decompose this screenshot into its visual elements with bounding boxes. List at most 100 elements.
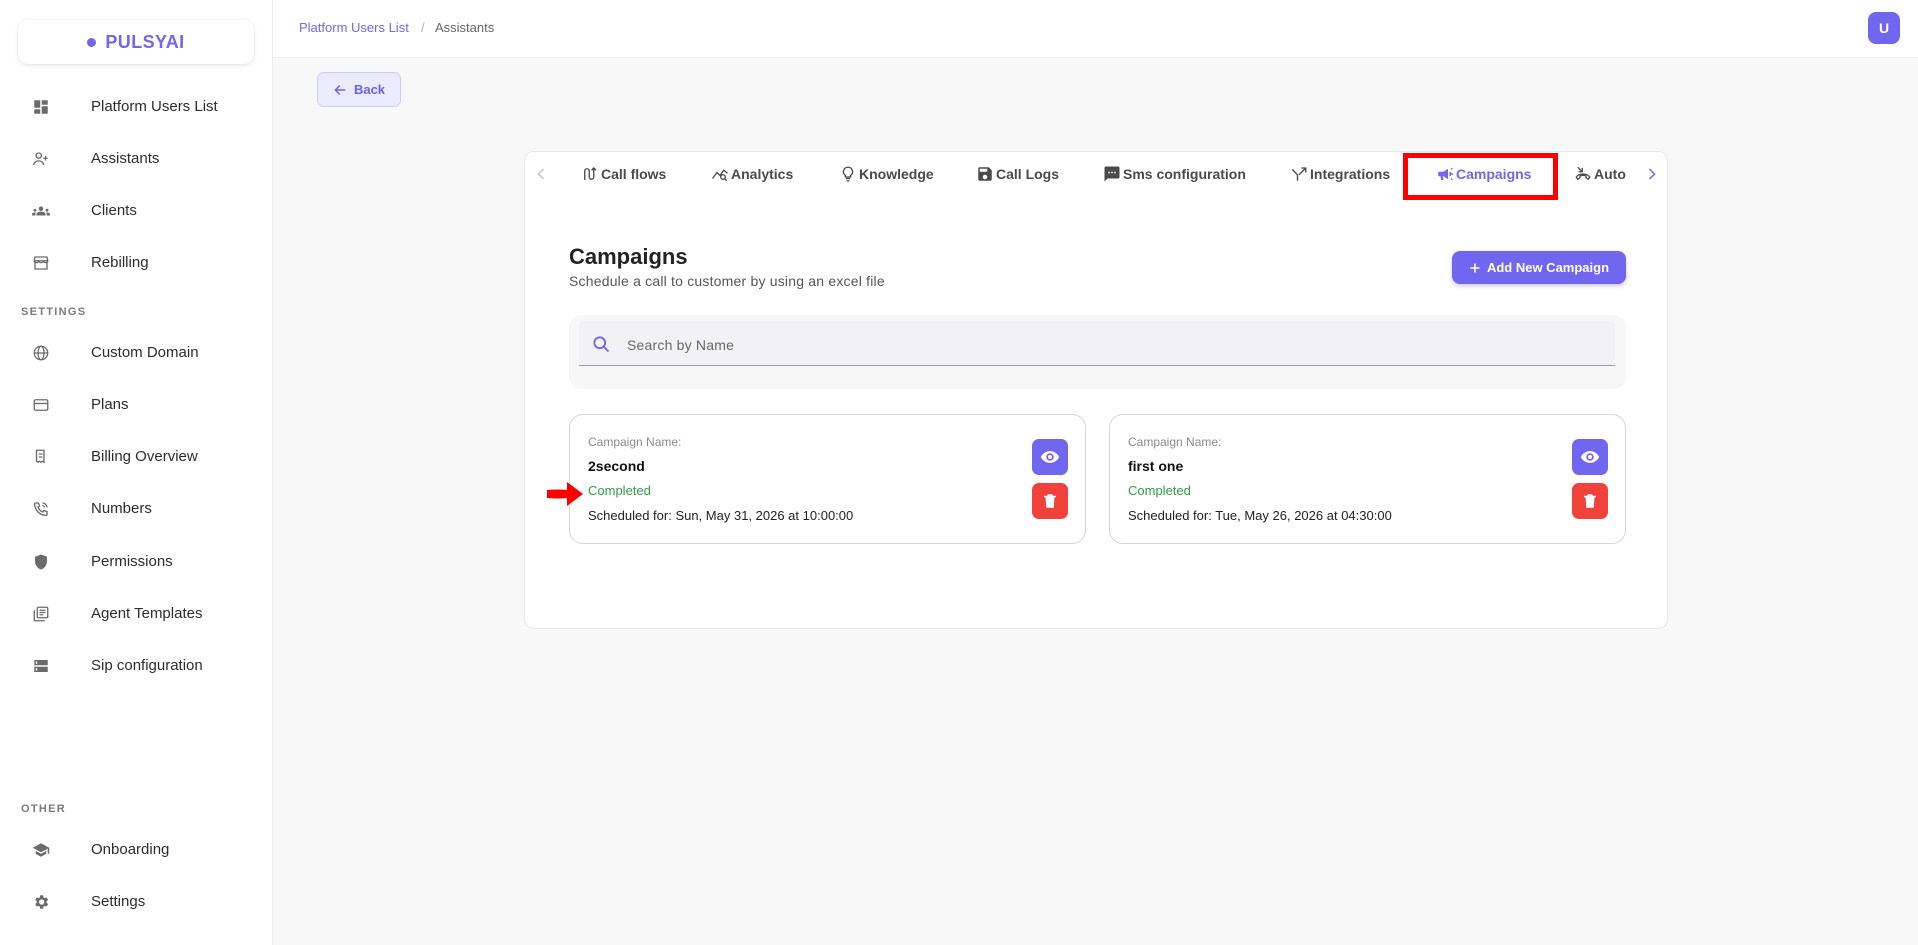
eye-icon <box>1040 447 1060 467</box>
campaign-card: Campaign Name: 2second Completed Schedul… <box>569 414 1086 544</box>
sidebar-item-assistants[interactable]: Assistants <box>0 138 272 178</box>
sidebar-item-permissions[interactable]: Permissions <box>0 541 272 581</box>
eye-icon <box>1580 447 1600 467</box>
sidebar-item-clients[interactable]: Clients <box>0 190 272 230</box>
add-new-campaign-button[interactable]: Add New Campaign <box>1452 251 1626 284</box>
campaign-name-label: Campaign Name: <box>1128 435 1222 449</box>
breadcrumb-link[interactable]: Platform Users List <box>299 20 409 35</box>
logo[interactable]: PULSYAI <box>18 20 254 64</box>
groups-icon <box>32 202 50 220</box>
globe-icon <box>32 344 50 362</box>
tab-label: Analytics <box>731 166 794 182</box>
sidebar-item-rebilling[interactable]: Rebilling <box>0 242 272 282</box>
back-label: Back <box>353 82 386 97</box>
breadcrumb-current: Assistants <box>435 20 495 35</box>
tab-scroll-left-icon[interactable] <box>531 164 551 184</box>
campaign-card: Campaign Name: first one Completed Sched… <box>1109 414 1626 544</box>
sidebar-item-label: Clients <box>91 201 137 219</box>
analytics-icon <box>711 165 729 183</box>
tab-call-logs[interactable]: Call Logs <box>976 152 1059 196</box>
sidebar-item-plans[interactable]: Plans <box>0 384 272 424</box>
page-subtitle: Schedule a call to customer by using an … <box>569 273 885 289</box>
person-add-icon <box>32 150 50 168</box>
search-field[interactable] <box>579 321 1615 366</box>
shield-icon <box>32 553 50 571</box>
save-icon <box>976 165 994 183</box>
tab-label: Auto C <box>1594 166 1630 182</box>
view-campaign-button[interactable] <box>1572 439 1608 475</box>
sidebar-item-billing-overview[interactable]: Billing Overview <box>0 436 272 476</box>
lightbulb-icon <box>839 165 857 183</box>
campaign-name: first one <box>1128 458 1184 474</box>
tab-campaigns[interactable]: Campaigns <box>1436 152 1531 196</box>
tab-label: Call Logs <box>996 166 1060 182</box>
campaign-name-label: Campaign Name: <box>588 435 682 449</box>
avatar[interactable]: U <box>1868 12 1900 44</box>
sidebar: PULSYAI Platform Users List Assistants C… <box>0 0 273 945</box>
sidebar-item-onboarding[interactable]: Onboarding <box>0 829 272 869</box>
annotation-arrow-icon <box>545 480 585 508</box>
sidebar-item-settings[interactable]: Settings <box>0 881 272 921</box>
delete-campaign-button[interactable] <box>1032 483 1068 519</box>
tab-label: Call flows <box>601 166 667 182</box>
tab-label: Integrations <box>1310 166 1391 182</box>
receipt-icon <box>32 448 50 466</box>
search-icon <box>591 334 611 354</box>
section-label-settings: SETTINGS <box>21 306 87 318</box>
credit-card-icon <box>32 396 50 414</box>
phone-callback-icon <box>1574 165 1592 183</box>
sidebar-item-label: Onboarding <box>91 840 170 858</box>
tab-scroll-right-icon[interactable] <box>1642 164 1662 184</box>
tab-call-flows[interactable]: Call flows <box>581 152 666 196</box>
sidebar-item-label: Billing Overview <box>91 447 198 465</box>
campaign-status: Completed <box>1128 483 1191 498</box>
sidebar-item-platform-users-list[interactable]: Platform Users List <box>0 86 272 126</box>
sidebar-item-numbers[interactable]: Numbers <box>0 488 272 528</box>
page-title: Campaigns <box>569 244 688 269</box>
view-campaign-button[interactable] <box>1032 439 1068 475</box>
add-button-label: Add New Campaign <box>1486 260 1610 275</box>
plus-icon <box>1469 262 1481 274</box>
campaign-schedule: Scheduled for: Tue, May 26, 2026 at 04:3… <box>1128 508 1392 523</box>
campaign-status: Completed <box>588 483 651 498</box>
sidebar-item-sip-configuration[interactable]: Sip configuration <box>0 645 272 685</box>
campaign-schedule: Scheduled for: Sun, May 31, 2026 at 10:0… <box>588 508 854 523</box>
assistant-detail-card: Call flows Analytics Knowledge Call Logs… <box>524 151 1668 629</box>
sidebar-item-label: Agent Templates <box>91 604 203 622</box>
delete-campaign-button[interactable] <box>1572 483 1608 519</box>
tab-integrations[interactable]: Integrations <box>1290 152 1390 196</box>
logo-text: PULSYAI <box>105 31 185 52</box>
sidebar-item-label: Settings <box>91 892 146 910</box>
back-button[interactable]: Back <box>317 72 401 107</box>
section-label-other: OTHER <box>21 803 66 815</box>
tab-knowledge[interactable]: Knowledge <box>839 152 934 196</box>
merge-icon <box>1290 165 1308 183</box>
sidebar-item-agent-templates[interactable]: Agent Templates <box>0 593 272 633</box>
breadcrumb-separator: / <box>421 20 425 35</box>
flow-icon <box>581 165 599 183</box>
dashboard-icon <box>32 98 50 116</box>
phone-icon <box>32 500 50 518</box>
sidebar-item-label: Permissions <box>91 552 173 570</box>
tab-auto-c[interactable]: Auto C <box>1574 152 1630 196</box>
sidebar-item-custom-domain[interactable]: Custom Domain <box>0 332 272 372</box>
trash-icon <box>1041 492 1059 510</box>
tab-label: Knowledge <box>859 166 934 182</box>
logo-dot-icon <box>87 37 97 47</box>
sidebar-item-label: Custom Domain <box>91 343 199 361</box>
arrow-left-icon <box>333 83 347 97</box>
tab-analytics[interactable]: Analytics <box>711 152 793 196</box>
sidebar-item-label: Numbers <box>91 499 152 517</box>
store-icon <box>32 254 50 272</box>
tab-label: Campaigns <box>1456 166 1532 182</box>
sidebar-item-label: Plans <box>91 395 129 413</box>
sidebar-item-label: Rebilling <box>91 253 149 271</box>
library-icon <box>32 605 50 623</box>
gear-icon <box>32 893 50 911</box>
megaphone-icon <box>1436 165 1454 183</box>
server-icon <box>32 657 50 675</box>
tab-sms-configuration[interactable]: Sms configuration <box>1103 152 1246 196</box>
tab-strip: Call flows Analytics Knowledge Call Logs… <box>525 152 1669 200</box>
sms-icon <box>1103 165 1121 183</box>
search-input[interactable] <box>625 333 1589 357</box>
